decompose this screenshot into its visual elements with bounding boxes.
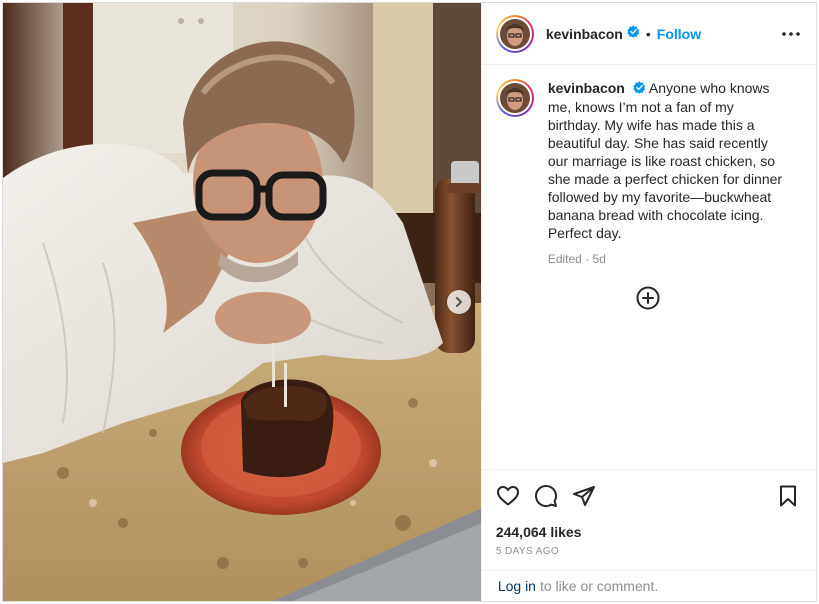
avatar-border xyxy=(497,16,532,51)
caption-text: Anyone who knows me, knows I’m not a fan… xyxy=(547,80,783,242)
verified-badge-icon xyxy=(627,24,640,43)
photo-illustration xyxy=(3,3,481,601)
profile-picture xyxy=(499,18,530,49)
caption-username[interactable]: kevinbacon xyxy=(548,80,625,96)
add-circle-icon[interactable] xyxy=(636,286,660,310)
caption-meta: Edited · 5d xyxy=(547,252,606,267)
avatar[interactable] xyxy=(495,14,534,53)
separator-dot: • xyxy=(645,25,651,42)
heart-icon[interactable] xyxy=(496,484,520,508)
post-header: kevinbacon • Follow xyxy=(481,3,816,65)
next-photo-button[interactable] xyxy=(447,290,471,314)
post-side-panel: kevinbacon • Follow kevinbacon Anyone wh… xyxy=(480,3,816,601)
post-date[interactable]: 5 DAYS AGO xyxy=(496,546,800,557)
likes-count[interactable]: 244,064 likes xyxy=(496,524,800,540)
author-username[interactable]: kevinbacon xyxy=(546,26,623,42)
profile-picture xyxy=(499,83,530,113)
follow-button[interactable]: Follow xyxy=(657,26,701,42)
paper-plane-icon[interactable] xyxy=(572,484,596,508)
verified-badge-icon xyxy=(633,80,646,98)
login-prompt: Log in to like or comment. xyxy=(481,570,816,601)
login-prompt-text: to like or comment. xyxy=(539,578,659,594)
avatar-border xyxy=(497,81,532,115)
comment-bubble-icon[interactable] xyxy=(534,484,558,508)
comments-area: kevinbacon Anyone who knows me, knows I’… xyxy=(482,65,816,469)
bookmark-icon[interactable] xyxy=(776,484,800,508)
chevron-right-icon xyxy=(456,297,462,307)
login-link[interactable]: Log in xyxy=(498,578,536,594)
post-photo[interactable] xyxy=(3,3,481,601)
caption-avatar[interactable] xyxy=(495,79,534,117)
post-actions: 244,064 likes 5 DAYS AGO xyxy=(481,469,816,570)
caption: kevinbacon Anyone who knows me, knows I’… xyxy=(495,79,800,268)
action-bar xyxy=(496,482,800,510)
more-options-icon[interactable] xyxy=(782,31,800,36)
caption-body: kevinbacon Anyone who knows me, knows I’… xyxy=(548,79,788,268)
instagram-post: kevinbacon • Follow kevinbacon Anyone wh… xyxy=(2,2,817,602)
